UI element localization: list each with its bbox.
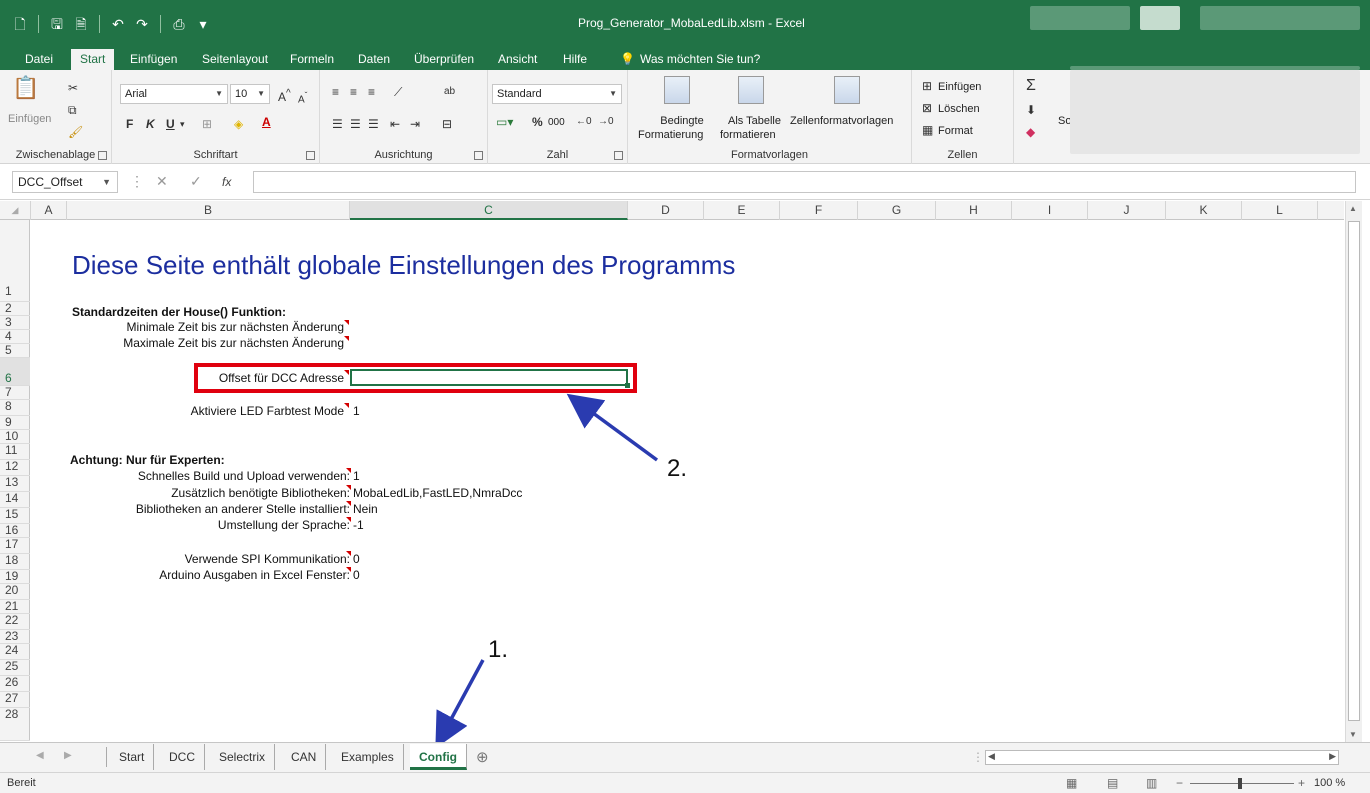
- arrow-1-icon: [435, 659, 485, 749]
- scroll-thumb[interactable]: [1348, 221, 1360, 721]
- annotation-arrows: [435, 393, 659, 749]
- vertical-scrollbar[interactable]: ▲ ▼: [1345, 201, 1362, 742]
- arrow-2-icon: [566, 393, 659, 462]
- add-sheet-icon[interactable]: ⊕: [476, 748, 489, 766]
- page-break-view-icon[interactable]: ▥: [1146, 776, 1157, 790]
- zoom-level[interactable]: 100 %: [1314, 777, 1345, 789]
- scroll-down-icon[interactable]: ▼: [1349, 730, 1357, 739]
- more-icon: ⋮: [972, 750, 984, 764]
- sheet-tab-examples[interactable]: Examples: [332, 744, 404, 770]
- zoom-out-icon[interactable]: −: [1176, 776, 1183, 790]
- sheet-tab-start[interactable]: Start: [110, 744, 155, 770]
- scroll-right-icon[interactable]: ▶: [1329, 751, 1336, 762]
- zoom-in-icon[interactable]: +: [1298, 776, 1305, 790]
- page-layout-view-icon[interactable]: ▤: [1107, 776, 1118, 790]
- horizontal-scrollbar[interactable]: ◀ ▶: [985, 750, 1339, 765]
- scroll-up-icon[interactable]: ▲: [1349, 204, 1357, 213]
- next-sheet-icon[interactable]: ▶: [64, 750, 72, 761]
- annotation-label: 2.: [667, 455, 688, 482]
- scroll-left-icon[interactable]: ◀: [988, 751, 995, 762]
- sheet-tab-selectrix[interactable]: Selectrix: [210, 744, 276, 770]
- status-bar: Bereit ▦ ▤ ▥ − + 100 %: [0, 772, 1370, 793]
- annotation-label: 1.: [488, 636, 509, 663]
- separator: [106, 747, 107, 767]
- prev-sheet-icon[interactable]: ◀: [36, 750, 44, 761]
- sheet-tab-bar: ◀ ▶ Start DCC Selectrix CAN Examples Con…: [0, 742, 1370, 772]
- zoom-slider[interactable]: [1190, 778, 1294, 789]
- sheet-tab-can[interactable]: CAN: [282, 744, 327, 770]
- normal-view-icon[interactable]: ▦: [1066, 776, 1077, 790]
- status-text: Bereit: [7, 777, 36, 789]
- sheet-tab-dcc[interactable]: DCC: [160, 744, 205, 770]
- sheet-tab-config[interactable]: Config: [410, 744, 467, 770]
